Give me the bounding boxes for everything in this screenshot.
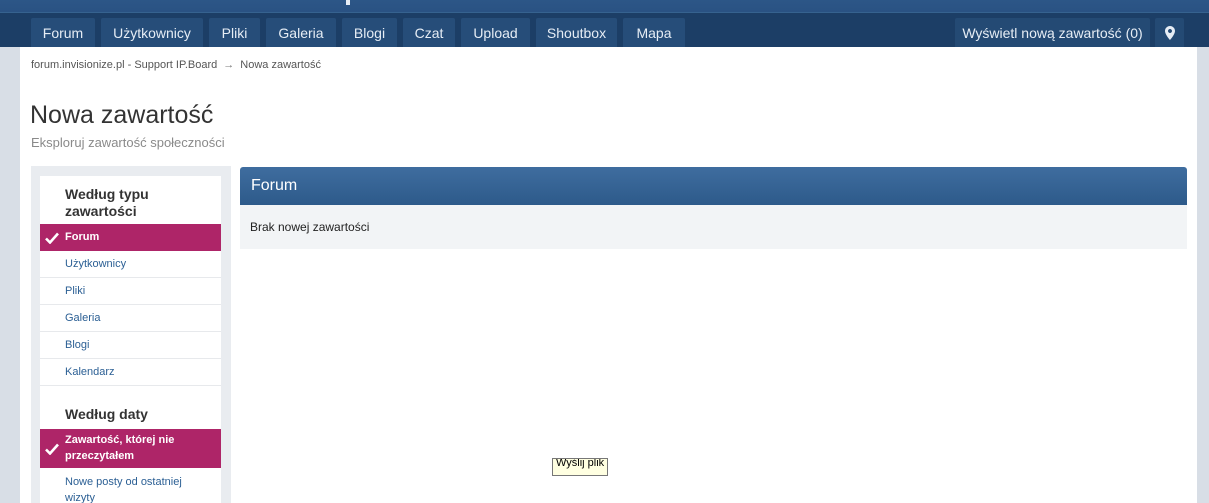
- checkmark-icon: [45, 232, 59, 244]
- results-panel: Forum Brak nowej zawartości: [240, 167, 1187, 249]
- sidebar-item-label: Zawartość, której nie przeczytałem: [65, 434, 175, 462]
- breadcrumb: forum.invisionize.pl - Support IP.Board →…: [31, 59, 321, 71]
- main-navigation: Forum Użytkownicy Pliki Galeria Blogi Cz…: [0, 12, 1209, 48]
- sidebar-item-gallery[interactable]: Galeria: [40, 305, 221, 332]
- header-band: [0, 0, 1209, 12]
- breadcrumb-current: Nowa zawartość: [240, 59, 321, 71]
- tooltip: Wyślij plik: [552, 458, 609, 476]
- empty-message: Brak nowej zawartości: [240, 205, 1187, 249]
- page-subtitle: Eksploruj zawartość społeczności: [31, 135, 225, 150]
- view-new-content-button[interactable]: Wyświetl nową zawartość (0): [955, 18, 1150, 48]
- sidebar-item-users[interactable]: Użytkownicy: [40, 251, 221, 278]
- sidebar-item-unread[interactable]: Zawartość, której nie przeczytałem: [40, 429, 221, 468]
- nav-shoutbox[interactable]: Shoutbox: [536, 18, 617, 48]
- nav-files[interactable]: Pliki: [209, 18, 260, 48]
- nav-forum[interactable]: Forum: [31, 18, 95, 48]
- nav-users[interactable]: Użytkownicy: [101, 18, 203, 48]
- content-area: forum.invisionize.pl - Support IP.Board →…: [20, 47, 1197, 503]
- breadcrumb-home-link[interactable]: forum.invisionize.pl - Support IP.Board: [31, 59, 217, 71]
- sidebar-item-calendar[interactable]: Kalendarz: [40, 359, 221, 386]
- nav-gallery[interactable]: Galeria: [266, 18, 336, 48]
- breadcrumb-separator: →: [223, 59, 235, 71]
- sidebar-item-since-last-visit[interactable]: Nowe posty od ostatniej wizyty: [40, 468, 221, 503]
- sidebar-heading-date: Według daty: [65, 406, 148, 422]
- sidebar-item-blogs[interactable]: Blogi: [40, 332, 221, 359]
- logo-fragment: [346, 0, 350, 5]
- nav-map[interactable]: Mapa: [623, 18, 685, 48]
- sidebar-item-files[interactable]: Pliki: [40, 278, 221, 305]
- panel-title: Forum: [240, 167, 1187, 205]
- checkmark-icon: [45, 443, 59, 455]
- sidebar-filters: Według typu zawartości Forum Użytkownicy…: [31, 166, 231, 503]
- sidebar-item-forum[interactable]: Forum: [40, 224, 221, 251]
- nav-upload[interactable]: Upload: [461, 18, 530, 48]
- nav-chat[interactable]: Czat: [403, 18, 455, 48]
- page-title: Nowa zawartość: [30, 101, 214, 129]
- sidebar-heading-content-type: Według typu zawartości: [65, 186, 149, 219]
- map-pin-icon[interactable]: [1155, 18, 1184, 48]
- nav-blogs[interactable]: Blogi: [342, 18, 397, 48]
- sidebar-item-label: Forum: [65, 231, 100, 243]
